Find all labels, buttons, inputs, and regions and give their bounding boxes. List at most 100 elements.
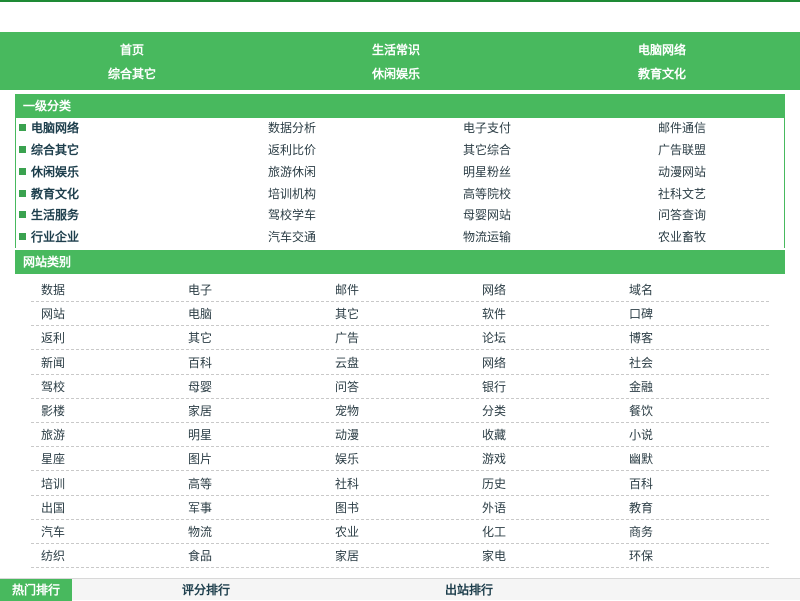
- site-type-link[interactable]: 高等: [188, 472, 212, 496]
- category-main-link[interactable]: 综合其它: [19, 139, 79, 161]
- category-sub-link[interactable]: 电子支付: [463, 117, 511, 139]
- site-type-link[interactable]: 出国: [41, 496, 65, 520]
- site-type-link[interactable]: 广告: [335, 326, 359, 350]
- site-type-link[interactable]: 食品: [188, 544, 212, 568]
- category-main-link[interactable]: 行业企业: [19, 226, 79, 248]
- site-type-link[interactable]: 商务: [629, 520, 653, 544]
- site-type-link[interactable]: 小说: [629, 423, 653, 447]
- site-type-link[interactable]: 社科: [335, 472, 359, 496]
- ranking-tab-bar: 热门排行 评分排行 出站排行: [0, 578, 800, 601]
- site-type-link[interactable]: 星座: [41, 447, 65, 471]
- category-sub-link[interactable]: 高等院校: [463, 183, 511, 205]
- site-type-link[interactable]: 邮件: [335, 278, 359, 302]
- site-type-link[interactable]: 返利: [41, 326, 65, 350]
- nav-education[interactable]: 教育文化: [562, 66, 762, 82]
- site-type-link[interactable]: 其它: [188, 326, 212, 350]
- category-sub-link[interactable]: 返利比价: [268, 139, 316, 161]
- site-type-link[interactable]: 餐饮: [629, 399, 653, 423]
- nav-home[interactable]: 首页: [32, 42, 232, 58]
- category-sub-link[interactable]: 问答查询: [658, 204, 706, 226]
- site-type-link[interactable]: 环保: [629, 544, 653, 568]
- site-type-link[interactable]: 百科: [188, 351, 212, 375]
- category-sub-link[interactable]: 旅游休闲: [268, 161, 316, 183]
- site-type-link[interactable]: 金融: [629, 375, 653, 399]
- category-main-link[interactable]: 教育文化: [19, 183, 79, 205]
- site-type-link[interactable]: 图片: [188, 447, 212, 471]
- nav-life-tips[interactable]: 生活常识: [296, 42, 496, 58]
- site-type-row: 返利 其它 广告 论坛 博客: [31, 326, 769, 351]
- site-type-row: 数据 电子 邮件 网络 域名: [31, 278, 769, 302]
- site-type-link[interactable]: 分类: [482, 399, 506, 423]
- site-type-link[interactable]: 域名: [629, 278, 653, 302]
- site-type-link[interactable]: 家居: [335, 544, 359, 568]
- category-sub-link[interactable]: 社科文艺: [658, 183, 706, 205]
- category-sub-link[interactable]: 驾校学车: [268, 204, 316, 226]
- site-type-link[interactable]: 物流: [188, 520, 212, 544]
- site-type-link[interactable]: 博客: [629, 326, 653, 350]
- category-sub-link[interactable]: 动漫网站: [658, 161, 706, 183]
- site-type-link[interactable]: 电子: [188, 278, 212, 302]
- site-type-link[interactable]: 其它: [335, 302, 359, 326]
- site-type-link[interactable]: 母婴: [188, 375, 212, 399]
- site-type-link[interactable]: 图书: [335, 496, 359, 520]
- tab-hot-ranking[interactable]: 热门排行: [0, 579, 72, 601]
- site-type-link[interactable]: 教育: [629, 496, 653, 520]
- site-type-link[interactable]: 数据: [41, 278, 65, 302]
- category-sub-link[interactable]: 明星粉丝: [463, 161, 511, 183]
- site-type-link[interactable]: 口碑: [629, 302, 653, 326]
- site-type-link[interactable]: 软件: [482, 302, 506, 326]
- site-type-link[interactable]: 电脑: [188, 302, 212, 326]
- site-type-link[interactable]: 娱乐: [335, 447, 359, 471]
- tab-rating-ranking[interactable]: 评分排行: [170, 579, 242, 601]
- site-type-link[interactable]: 化工: [482, 520, 506, 544]
- site-type-link[interactable]: 网络: [482, 278, 506, 302]
- main-nav: 首页 生活常识 电脑网络 综合其它 休闲娱乐 教育文化: [0, 32, 800, 90]
- site-type-link[interactable]: 论坛: [482, 326, 506, 350]
- site-type-link[interactable]: 宠物: [335, 399, 359, 423]
- category-sub-link[interactable]: 培训机构: [268, 183, 316, 205]
- nav-misc[interactable]: 综合其它: [32, 66, 232, 82]
- category-sub-link[interactable]: 数据分析: [268, 117, 316, 139]
- site-type-link[interactable]: 外语: [482, 496, 506, 520]
- site-type-link[interactable]: 家居: [188, 399, 212, 423]
- site-type-link[interactable]: 旅游: [41, 423, 65, 447]
- tab-outbound-ranking[interactable]: 出站排行: [433, 579, 505, 601]
- site-type-link[interactable]: 培训: [41, 472, 65, 496]
- category-sub-link[interactable]: 母婴网站: [463, 204, 511, 226]
- site-type-link[interactable]: 网络: [482, 351, 506, 375]
- site-type-link[interactable]: 影楼: [41, 399, 65, 423]
- site-type-link[interactable]: 历史: [482, 472, 506, 496]
- site-type-link[interactable]: 银行: [482, 375, 506, 399]
- site-type-row: 驾校 母婴 问答 银行 金融: [31, 375, 769, 399]
- site-type-link[interactable]: 军事: [188, 496, 212, 520]
- site-type-link[interactable]: 汽车: [41, 520, 65, 544]
- category-main-link[interactable]: 生活服务: [19, 204, 79, 226]
- nav-entertainment[interactable]: 休闲娱乐: [296, 66, 496, 82]
- nav-computer-network[interactable]: 电脑网络: [562, 42, 762, 58]
- site-type-link[interactable]: 纺织: [41, 544, 65, 568]
- site-type-link[interactable]: 农业: [335, 520, 359, 544]
- site-type-link[interactable]: 动漫: [335, 423, 359, 447]
- site-type-link[interactable]: 明星: [188, 423, 212, 447]
- category-sub-link[interactable]: 邮件通信: [658, 117, 706, 139]
- category-sub-link[interactable]: 物流运输: [463, 226, 511, 248]
- site-type-link[interactable]: 网站: [41, 302, 65, 326]
- site-type-link[interactable]: 云盘: [335, 351, 359, 375]
- category-main-link[interactable]: 电脑网络: [19, 117, 79, 139]
- category-sub-link[interactable]: 广告联盟: [658, 139, 706, 161]
- category-sub-link[interactable]: 其它综合: [463, 139, 511, 161]
- site-type-row: 汽车 物流 农业 化工 商务: [31, 520, 769, 544]
- site-type-link[interactable]: 游戏: [482, 447, 506, 471]
- category-sub-link[interactable]: 农业畜牧: [658, 226, 706, 248]
- site-type-link[interactable]: 社会: [629, 351, 653, 375]
- site-type-link[interactable]: 家电: [482, 544, 506, 568]
- category-main-link[interactable]: 休闲娱乐: [19, 161, 79, 183]
- category-sub-link[interactable]: 汽车交通: [268, 226, 316, 248]
- site-type-link[interactable]: 问答: [335, 375, 359, 399]
- site-type-link[interactable]: 百科: [629, 472, 653, 496]
- site-type-link[interactable]: 幽默: [629, 447, 653, 471]
- top-accent-line: [0, 0, 800, 2]
- site-type-link[interactable]: 新闻: [41, 351, 65, 375]
- site-type-link[interactable]: 收藏: [482, 423, 506, 447]
- site-type-link[interactable]: 驾校: [41, 375, 65, 399]
